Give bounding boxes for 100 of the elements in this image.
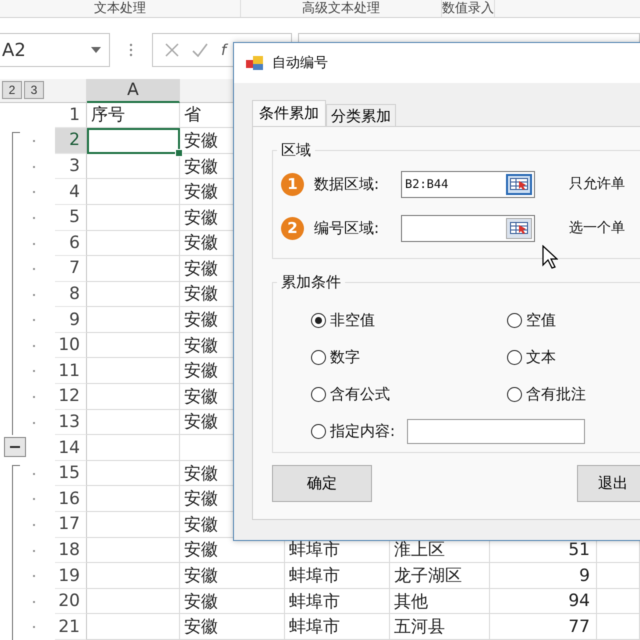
radio-label[interactable]: 空值 (526, 310, 556, 330)
range-picker-button[interactable] (506, 174, 532, 194)
row-header[interactable]: 4 (55, 179, 87, 205)
row-header[interactable]: 16 (55, 486, 87, 512)
radio-button[interactable] (507, 350, 522, 364)
table-cell-text: 安徽 (184, 206, 218, 229)
selected-cell[interactable] (87, 128, 180, 154)
collapse-button[interactable] (4, 437, 26, 458)
radio-button[interactable] (507, 312, 522, 328)
mouse-pointer-icon (542, 245, 558, 269)
table-cell-text: 安徽 (184, 156, 218, 178)
table-cell-text: 安徽 (184, 539, 218, 562)
table-cell-text: 安徽 (184, 488, 218, 510)
radio-label[interactable]: 数字 (330, 348, 360, 366)
group-title: 区域 (280, 141, 312, 160)
exit-button[interactable]: 退出 (577, 465, 640, 502)
table-cell-text: 蚌埠市 (289, 565, 340, 588)
range-picker-button[interactable] (506, 218, 532, 238)
range-input-field[interactable]: B2:B44 (401, 170, 535, 198)
field-label: 数据区域: (314, 174, 380, 194)
radio-label[interactable]: 文本 (526, 348, 556, 366)
select-all-corner[interactable] (55, 78, 87, 103)
table-cell-text: 蚌埠市 (289, 539, 340, 562)
table-cell-text: 省 (184, 104, 201, 126)
more-options-icon[interactable] (129, 43, 133, 58)
table-cell-text: 安徽 (184, 130, 218, 152)
radio-button[interactable] (311, 350, 326, 364)
row-header[interactable]: 8 (55, 282, 87, 308)
dropdown-caret-icon (91, 47, 101, 54)
step-number-badge: 1 (281, 172, 304, 196)
table-cell-text: 安徽 (184, 283, 218, 306)
ok-button[interactable]: 确定 (272, 465, 372, 502)
row-header[interactable]: 9 (55, 307, 87, 333)
table-cell: 94 (568, 591, 590, 612)
cancel-icon[interactable] (165, 43, 179, 58)
table-cell: 51 (568, 540, 590, 560)
column-header[interactable]: A (87, 78, 180, 103)
range-input-field[interactable] (401, 214, 535, 242)
table-cell-text: 安徽 (184, 232, 218, 254)
row-header[interactable]: 5 (55, 204, 87, 230)
tab[interactable]: 分类累加 (326, 104, 396, 126)
check-icon[interactable] (192, 43, 208, 58)
radio-label[interactable]: 非空值 (330, 310, 375, 330)
group-title: 累加条件 (280, 273, 342, 292)
row-header[interactable]: 15 (55, 460, 87, 486)
row-header[interactable]: 6 (55, 230, 87, 256)
row-header[interactable]: 7 (55, 256, 87, 282)
tab[interactable]: 条件累加 (252, 100, 326, 126)
table-cell-text: 安徽 (184, 334, 218, 357)
dialog-title: 自动编号 (272, 54, 328, 72)
row-header[interactable]: 17 (55, 512, 87, 538)
table-cell-text: 安徽 (184, 565, 218, 588)
field-label: 编号区域: (314, 218, 380, 238)
table-cell-text: 蚌埠市 (289, 590, 340, 613)
hint-text: 选一个单 (569, 219, 625, 237)
row-header[interactable]: 11 (55, 358, 87, 384)
table-cell-text: 安徽 (184, 258, 218, 280)
table-cell-text: 安徽 (184, 386, 218, 408)
radio-button[interactable] (507, 386, 522, 402)
row-header[interactable]: 1 (55, 102, 87, 128)
minus-icon (10, 446, 20, 448)
outline-level-button[interactable]: 2 (2, 81, 22, 100)
row-header[interactable]: 10 (55, 332, 87, 358)
ribbon-group-label: 高级文本处理 (302, 2, 380, 15)
ribbon-group-label: 数值录入 (442, 2, 494, 15)
row-header[interactable]: 18 (55, 538, 87, 564)
row-header[interactable]: 19 (55, 563, 87, 589)
app-icon (246, 55, 264, 71)
ribbon-group-label: 文本处理 (94, 2, 146, 15)
radio-button[interactable] (311, 386, 326, 402)
table-cell-text: 序号 (91, 104, 125, 126)
row-header[interactable]: 21 (55, 614, 87, 640)
radio-label[interactable]: 含有公式 (330, 384, 390, 404)
content-input-field[interactable] (407, 418, 586, 444)
table-cell-text: 其他 (394, 590, 428, 613)
radio-label[interactable]: 含有批注 (526, 384, 586, 404)
row-header[interactable]: 12 (55, 384, 87, 410)
insert-function-button[interactable]: f (221, 41, 226, 60)
hint-text: 只允许单 (569, 175, 625, 193)
table-cell-text: 安徽 (184, 411, 218, 434)
row-header[interactable]: 13 (55, 410, 87, 436)
radio-label[interactable]: 指定内容: (330, 422, 396, 440)
table-cell-text: 安徽 (184, 616, 218, 638)
row-header[interactable]: 2 (55, 128, 87, 154)
table-cell-text: 安徽 (184, 360, 218, 382)
name-box[interactable]: A2 (0, 33, 110, 68)
table-cell-text: 五河县 (394, 616, 445, 638)
table-cell-text: 安徽 (184, 462, 218, 485)
row-header[interactable]: 3 (55, 154, 87, 180)
table-cell: 9 (579, 566, 590, 586)
row-header[interactable]: 20 (55, 588, 87, 614)
radio-button[interactable] (311, 424, 326, 438)
table-cell-text: 安徽 (184, 181, 218, 204)
outline-level-button[interactable]: 3 (24, 81, 44, 100)
table-cell-text: 安徽 (184, 590, 218, 613)
table-cell-text: 龙子湖区 (394, 565, 462, 588)
step-number-badge: 2 (281, 216, 304, 240)
radio-button[interactable] (311, 312, 326, 328)
row-header[interactable]: 14 (55, 435, 87, 461)
table-cell-text: 安徽 (184, 309, 218, 332)
